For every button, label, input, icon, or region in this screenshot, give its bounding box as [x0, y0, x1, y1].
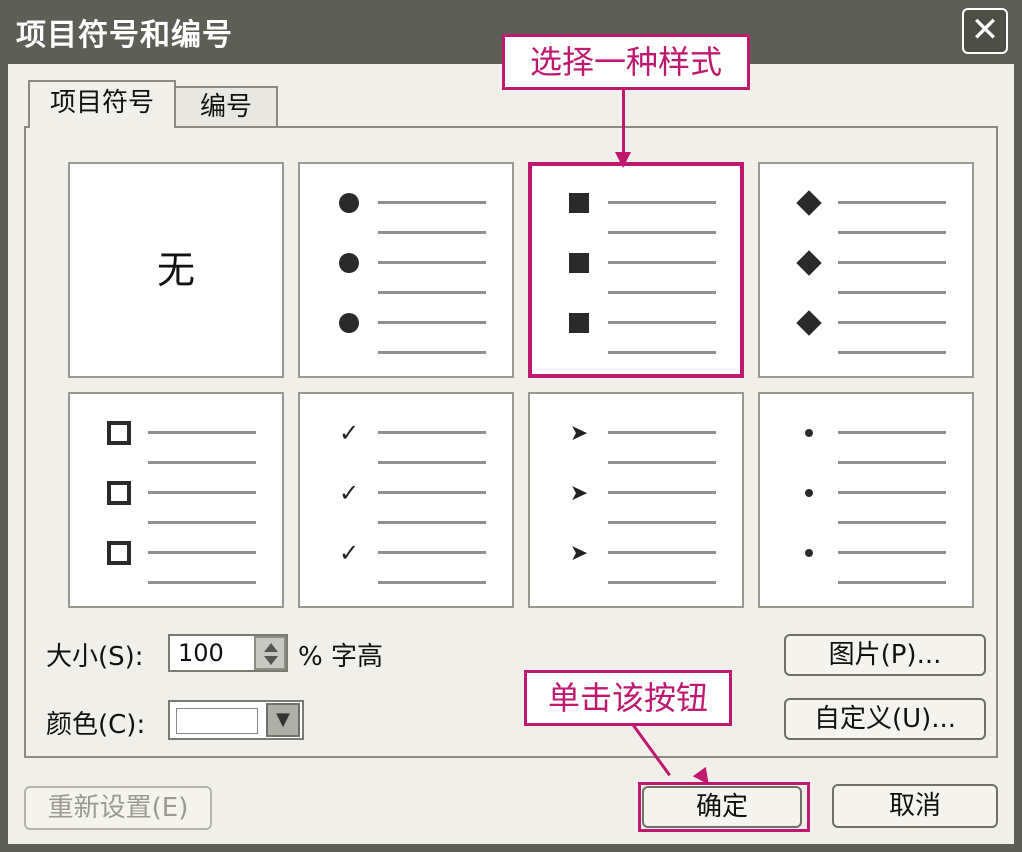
- small-dot-icon: [794, 538, 824, 568]
- filled-diamond-icon: [794, 188, 824, 218]
- filled-circle-icon: [334, 248, 364, 278]
- close-button[interactable]: ✕: [962, 8, 1008, 54]
- filled-circle-icon: [334, 308, 364, 338]
- arrowhead-icon: ➤: [569, 420, 589, 446]
- annotation-pointer-line: [622, 90, 625, 154]
- size-label: 大小(S):: [46, 642, 144, 672]
- size-spinner[interactable]: [254, 636, 286, 670]
- checkmark-icon: ✓: [338, 539, 360, 567]
- bullet-style-none-label: 无: [156, 248, 195, 292]
- bullet-style-filled-circle[interactable]: [298, 162, 514, 378]
- arrowhead-icon: ➤: [569, 480, 589, 506]
- annotation-choose-style: 选择一种样式: [502, 34, 750, 90]
- bullet-style-small-dot[interactable]: [758, 392, 974, 608]
- hollow-square-icon: [104, 478, 134, 508]
- checkmark-icon: ✓: [338, 419, 360, 447]
- filled-circle-icon: [334, 188, 364, 218]
- bullet-style-filled-diamond[interactable]: [758, 162, 974, 378]
- color-swatch: [176, 708, 258, 734]
- color-label: 颜色(C):: [46, 710, 146, 740]
- bullet-style-none[interactable]: 无: [68, 162, 284, 378]
- small-dot-icon: [794, 418, 824, 448]
- color-picker[interactable]: ▼: [168, 700, 304, 740]
- tab-numbering[interactable]: 编号: [174, 86, 278, 128]
- arrowhead-icon: ➤: [569, 540, 589, 566]
- spin-up-icon: [264, 643, 278, 652]
- spin-down-icon: [264, 656, 278, 665]
- tab-bullets[interactable]: 项目符号: [28, 80, 176, 128]
- annotation-arrow-icon: [615, 152, 631, 168]
- dialog-window: 项目符号和编号 ✕ 项目符号 编号 无 ✓ ✓ ✓ ➤ ➤ ➤ 大小(S): 1…: [0, 0, 1022, 852]
- bullet-style-checkmark[interactable]: ✓ ✓ ✓: [298, 392, 514, 608]
- dialog-client-area: 项目符号 编号 无 ✓ ✓ ✓ ➤ ➤ ➤ 大小(S): 100 % 字高 颜色…: [8, 64, 1014, 844]
- selected-style-highlight: [528, 162, 744, 378]
- ok-button-highlight: [638, 782, 810, 832]
- hollow-square-icon: [104, 418, 134, 448]
- bullet-style-filled-square[interactable]: [528, 162, 744, 378]
- bullet-style-panel: 无 ✓ ✓ ✓ ➤ ➤ ➤ 大小(S): 100 % 字高 颜色(C): ▼ 图…: [24, 126, 998, 758]
- bullet-style-arrowhead[interactable]: ➤ ➤ ➤: [528, 392, 744, 608]
- customize-button[interactable]: 自定义(U)...: [784, 698, 986, 740]
- bullet-style-hollow-square[interactable]: [68, 392, 284, 608]
- annotation-click-button: 单击该按钮: [524, 670, 732, 726]
- small-dot-icon: [794, 478, 824, 508]
- checkmark-icon: ✓: [338, 479, 360, 507]
- picture-button[interactable]: 图片(P)...: [784, 634, 986, 676]
- hollow-square-icon: [104, 538, 134, 568]
- reset-button[interactable]: 重新设置(E): [24, 786, 212, 830]
- filled-diamond-icon: [794, 308, 824, 338]
- chevron-down-icon[interactable]: ▼: [266, 703, 300, 737]
- dialog-title: 项目符号和编号: [16, 18, 233, 53]
- cancel-button[interactable]: 取消: [832, 784, 998, 828]
- size-suffix: % 字高: [298, 642, 383, 672]
- filled-diamond-icon: [794, 248, 824, 278]
